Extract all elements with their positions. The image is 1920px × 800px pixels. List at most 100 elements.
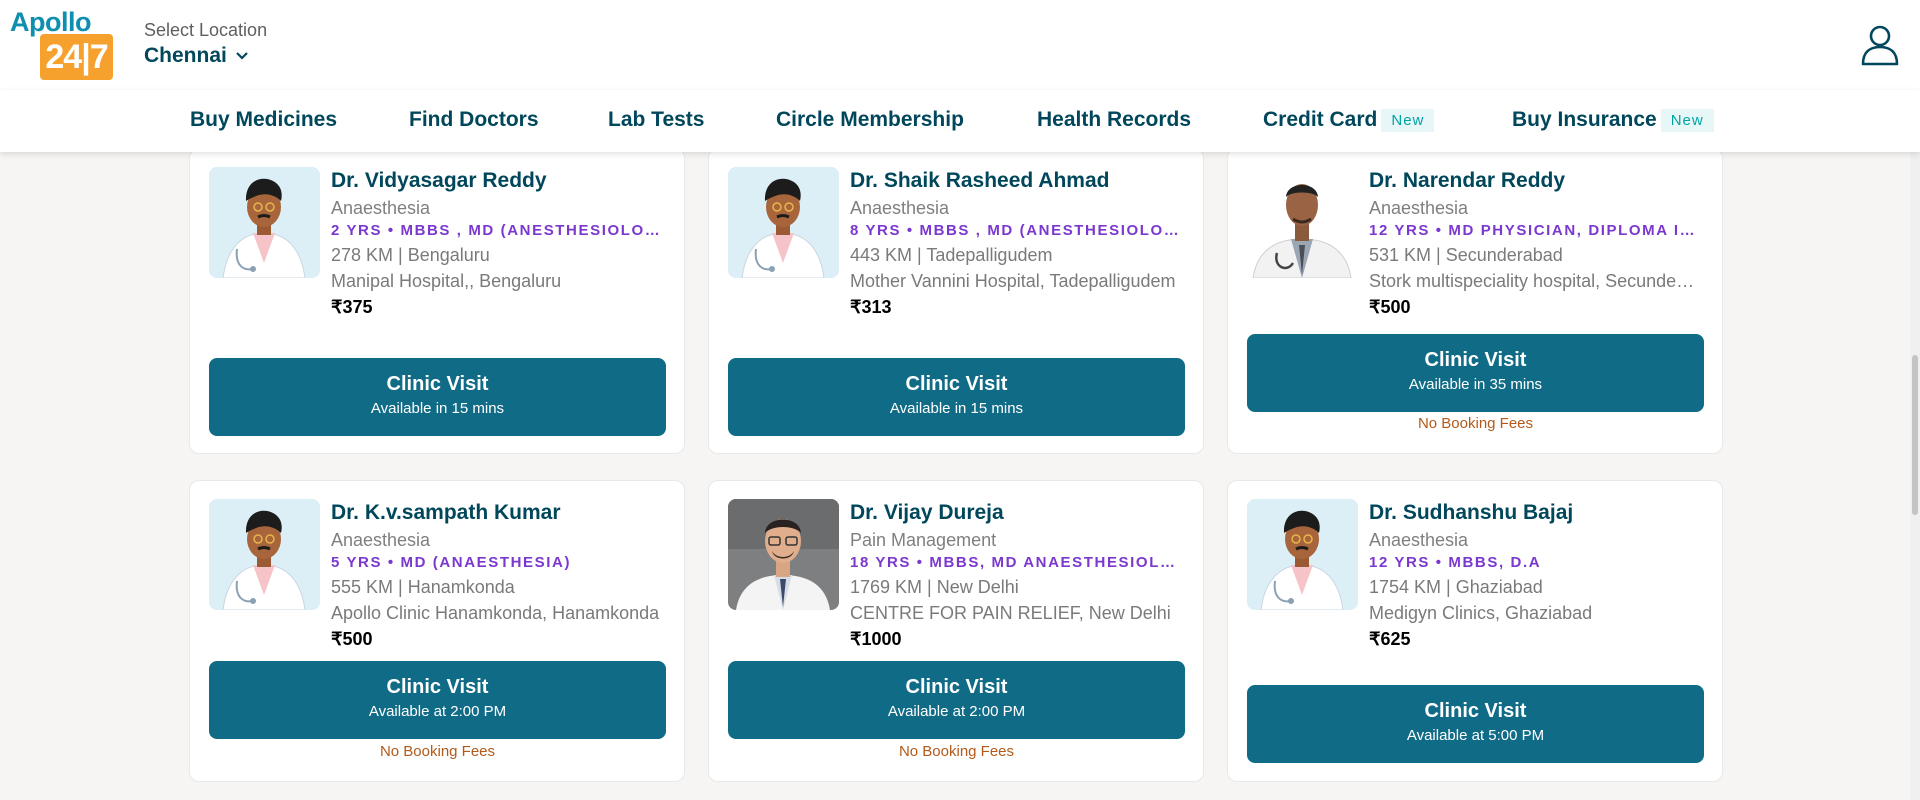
doctor-specialty: Pain Management [850, 530, 997, 550]
doctor-name[interactable]: Dr. Sudhanshu Bajaj [1369, 499, 1699, 527]
nav-label: Lab Tests [608, 108, 705, 131]
doctor-distance: 531 KM | Secunderabad [1369, 245, 1563, 265]
availability-text: Available in 35 mins [1408, 376, 1543, 393]
nav-buy-medicines[interactable]: Buy Medicines [190, 108, 337, 132]
doctor-name[interactable]: Dr. K.v.sampath Kumar [331, 499, 661, 527]
doctor-hospital: Mother Vannini Hospital, Tadepalligudem [850, 271, 1176, 291]
consultation-fee: ₹625 [1369, 629, 1411, 649]
clinic-visit-button[interactable]: Clinic Visit Available at 2:00 PM [209, 661, 666, 739]
clinic-visit-button[interactable]: Clinic Visit Available in 15 mins [728, 358, 1185, 436]
consultation-fee: ₹375 [331, 297, 373, 317]
doctor-qualification: 8 YRS • MBBS , MD (ANESTHESIOLOGY) [850, 222, 1180, 239]
availability-text: Available in 15 mins [889, 400, 1024, 417]
doctor-qualification: 18 YRS • MBBS, MD ANAESTHESIOLOGY [850, 554, 1180, 571]
logo-number: 24|7 [40, 34, 113, 80]
nav-buy-insurance[interactable]: Buy Insurance New [1512, 108, 1714, 132]
apollo-logo[interactable]: Apollo 24|7 [10, 6, 113, 84]
doctor-info: Dr. Narendar Reddy Anaesthesia 12 YRS • MD… [1369, 167, 1699, 320]
doctor-hospital: Manipal Hospital,, Bengaluru [331, 271, 562, 291]
doctor-qualification: 5 YRS • MD (ANAESTHESIA) [331, 554, 572, 571]
consultation-fee: ₹313 [850, 297, 892, 317]
nav-label: Credit Card [1263, 108, 1378, 131]
doctor-info: Dr. Shaik Rasheed Ahmad Anaesthesia 8 YRS … [850, 167, 1180, 320]
location-value: Chennai [144, 44, 227, 67]
page-scrollbar[interactable] [1910, 90, 1920, 800]
doctor-distance: 443 KM | Tadepalligudem [850, 245, 1053, 265]
clinic-visit-button[interactable]: Clinic Visit Available in 35 mins [1247, 334, 1704, 412]
main-nav: Buy Medicines Find Doctors Lab Tests Cir… [0, 90, 1920, 152]
nav-lab-tests[interactable]: Lab Tests [608, 108, 704, 132]
location-selector[interactable]: Chennai [144, 44, 249, 68]
doctor-specialty: Anaesthesia [1369, 198, 1469, 218]
doctor-card[interactable]: Dr. Narendar Reddy Anaesthesia 12 YRS • MD… [1227, 148, 1723, 454]
clinic-visit-button[interactable]: Clinic Visit Available at 2:00 PM [728, 661, 1185, 739]
doctor-distance: 1769 KM | New Delhi [850, 577, 1019, 597]
nav-label: Circle Membership [776, 108, 964, 131]
nav-label: Buy Medicines [190, 108, 338, 131]
doctor-card[interactable]: Dr. Vidyasagar Reddy Anaesthesia 2 YRS • M… [189, 148, 685, 454]
clinic-visit-button[interactable]: Clinic Visit Available at 5:00 PM [1247, 685, 1704, 763]
doctor-name[interactable]: Dr. Vidyasagar Reddy [331, 167, 661, 195]
top-header: Apollo 24|7 Select Location Chennai [0, 0, 1920, 91]
doctor-distance: 1754 KM | Ghaziabad [1369, 577, 1543, 597]
doctor-name[interactable]: Dr. Narendar Reddy [1369, 167, 1699, 195]
no-booking-fee-note: No Booking Fees [379, 743, 496, 760]
doctor-specialty: Anaesthesia [331, 530, 431, 550]
doctor-qualification: 12 YRS • MD PHYSICIAN, DIPLOMA IN ANAEST… [1369, 222, 1699, 239]
consultation-fee: ₹500 [331, 629, 373, 649]
doctor-card[interactable]: Dr. Shaik Rasheed Ahmad Anaesthesia 8 YRS … [708, 148, 1204, 454]
user-profile-icon[interactable] [1860, 24, 1900, 66]
doctor-card[interactable]: Dr. Vijay Dureja Pain Management 18 YRS • … [708, 480, 1204, 782]
doctor-qualification: 12 YRS • MBBS, D.A [1369, 554, 1542, 571]
clinic-visit-button[interactable]: Clinic Visit Available in 15 mins [209, 358, 666, 436]
doctor-photo[interactable] [1247, 499, 1358, 610]
availability-text: Available at 2:00 PM [368, 703, 507, 720]
doctor-info: Dr. Vijay Dureja Pain Management 18 YRS • … [850, 499, 1180, 652]
availability-text: Available at 5:00 PM [1406, 727, 1545, 744]
doctor-info: Dr. K.v.sampath Kumar Anaesthesia 5 YRS • … [331, 499, 661, 652]
no-booking-fee-note: No Booking Fees [898, 743, 1015, 760]
scroll-thumb[interactable] [1912, 355, 1918, 515]
doctor-photo[interactable] [1247, 167, 1358, 278]
doctor-photo[interactable] [728, 167, 839, 278]
cta-title: Clinic Visit [1424, 349, 1527, 371]
cta-title: Clinic Visit [905, 676, 1008, 698]
no-booking-fee-note: No Booking Fees [1417, 415, 1534, 432]
nav-credit-card[interactable]: Credit Card New [1263, 108, 1435, 132]
doctor-info: Dr. Sudhanshu Bajaj Anaesthesia 12 YRS • M… [1369, 499, 1699, 652]
doctor-hospital: Apollo Clinic Hanamkonda, Hanamkonda [331, 603, 660, 623]
cta-title: Clinic Visit [386, 373, 489, 395]
doctor-distance: 278 KM | Bengaluru [331, 245, 490, 265]
nav-health-records[interactable]: Health Records [1037, 108, 1191, 132]
doctor-card[interactable]: Dr. K.v.sampath Kumar Anaesthesia 5 YRS • … [189, 480, 685, 782]
location-label: Select Location [144, 20, 268, 40]
availability-text: Available in 15 mins [370, 400, 505, 417]
nav-label: Buy Insurance [1512, 108, 1657, 131]
nav-find-doctors[interactable]: Find Doctors [409, 108, 539, 132]
nav-label: Health Records [1037, 108, 1192, 131]
doctor-specialty: Anaesthesia [850, 198, 950, 218]
doctor-photo[interactable] [728, 499, 839, 610]
doctor-info: Dr. Vidyasagar Reddy Anaesthesia 2 YRS • M… [331, 167, 661, 320]
doctor-photo[interactable] [209, 499, 320, 610]
consultation-fee: ₹500 [1369, 297, 1411, 317]
consultation-fee: ₹1000 [850, 629, 902, 649]
cta-title: Clinic Visit [905, 373, 1008, 395]
doctor-name[interactable]: Dr. Shaik Rasheed Ahmad [850, 167, 1180, 195]
doctor-qualification: 2 YRS • MBBS , MD (ANESTHESIOLOGY) [331, 222, 661, 239]
nav-circle-membership[interactable]: Circle Membership [776, 108, 964, 132]
availability-text: Available at 2:00 PM [887, 703, 1026, 720]
doctor-photo[interactable] [209, 167, 320, 278]
new-badge: New [1381, 108, 1435, 132]
doctor-distance: 555 KM | Hanamkonda [331, 577, 515, 597]
cta-title: Clinic Visit [386, 676, 489, 698]
doctor-specialty: Anaesthesia [1369, 530, 1469, 550]
doctor-card[interactable]: Dr. Sudhanshu Bajaj Anaesthesia 12 YRS • M… [1227, 480, 1723, 782]
doctor-specialty: Anaesthesia [331, 198, 431, 218]
nav-label: Find Doctors [409, 108, 539, 131]
doctor-hospital: CENTRE FOR PAIN RELIEF, New Delhi [850, 603, 1171, 623]
cta-title: Clinic Visit [1424, 700, 1527, 722]
doctor-hospital: Stork multispeciality hospital, Secunder… [1369, 271, 1699, 291]
doctor-name[interactable]: Dr. Vijay Dureja [850, 499, 1180, 527]
new-badge: New [1660, 108, 1714, 132]
